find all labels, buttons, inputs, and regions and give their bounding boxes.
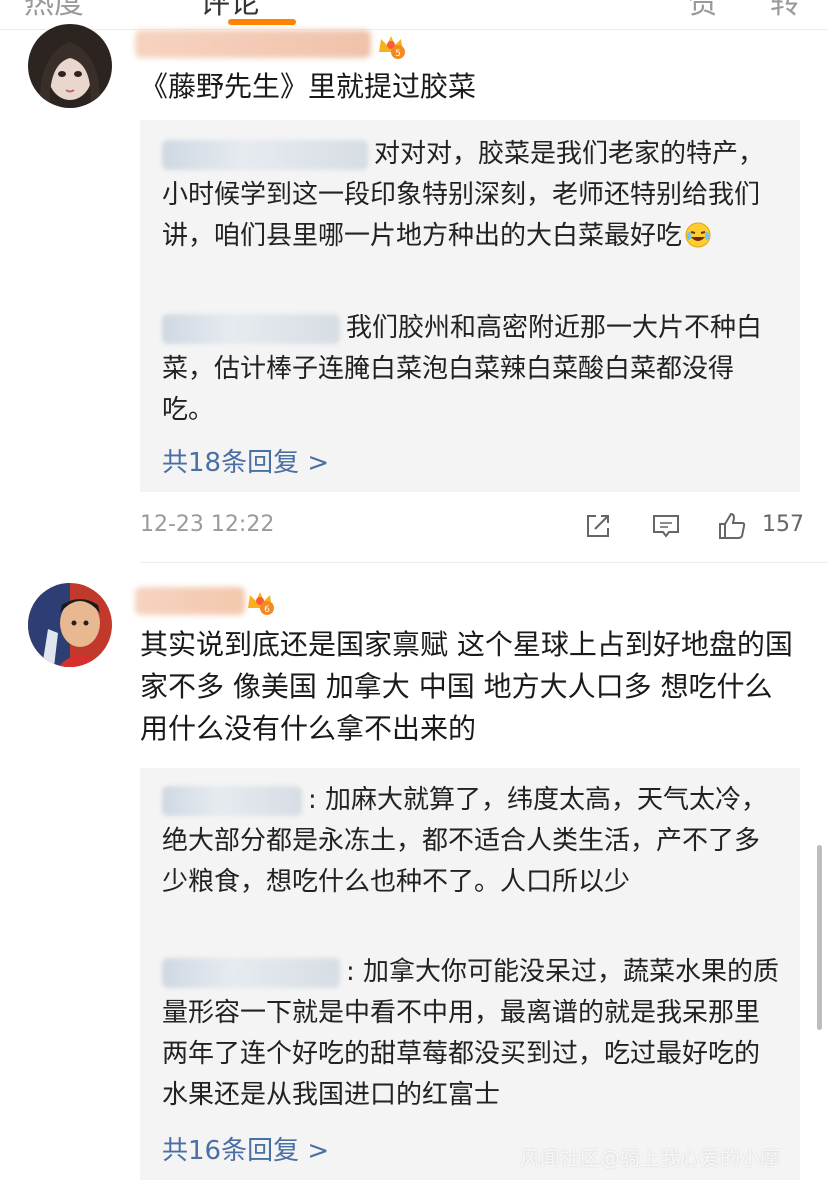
avatar-basketball-player-icon	[28, 583, 112, 667]
level-badge: 5	[395, 49, 401, 59]
comment-icon[interactable]	[650, 510, 682, 542]
comment-timestamp: 12-23 12:22	[140, 512, 275, 537]
vip-crown-icon: 5	[379, 36, 405, 59]
top-tab-bar: 热度 评论 赞 转	[0, 0, 828, 30]
reply-item[interactable]: : 加拿大你可能没呆过，蔬菜水果的质量形容一下就是中看不中用，最离谱的就是我呆那…	[162, 952, 782, 1116]
avatar[interactable]	[28, 583, 112, 667]
tab-reposts[interactable]: 转	[770, 0, 800, 22]
scrollbar[interactable]	[817, 845, 822, 1030]
reply-username-blurred[interactable]	[162, 785, 302, 816]
reply-username-blurred[interactable]	[162, 957, 340, 988]
comment-text: 其实说到底还是国家禀赋 这个星球上占到好地盘的国家不多 像美国 加拿大 中国 地…	[140, 628, 793, 745]
comment-meta-bar: 12-23 12:22 157	[140, 510, 804, 546]
username-blurred[interactable]	[135, 587, 245, 615]
reply-preview-box[interactable]: 对对对，胶菜是我们老家的特产，小时候学到这一段印象特别深刻，老师还特别给我们讲，…	[140, 120, 800, 492]
like-icon[interactable]	[716, 510, 748, 542]
tab-likes[interactable]: 赞	[688, 0, 718, 22]
reply-item[interactable]: 我们胶州和高密附近那一大片不种白菜，估计棒子连腌白菜泡白菜辣白菜酸白菜都没得吃。	[162, 308, 782, 431]
laughing-emoji-icon	[685, 222, 711, 248]
view-more-replies-link[interactable]: 共16条回复 >	[162, 1130, 329, 1167]
avatar[interactable]	[28, 24, 112, 108]
like-count: 157	[762, 512, 804, 537]
reply-preview-box[interactable]: : 加麻大就算了，纬度太高，天气太冷，绝大部分都是永冻土，都不适合人类生活，产不…	[140, 768, 800, 1180]
share-icon[interactable]	[582, 510, 614, 542]
watermark: 风闻社区@骑上我心爱的小摩	[520, 1146, 780, 1170]
level-badge: 6	[264, 605, 270, 615]
reply-username-blurred[interactable]	[162, 313, 340, 344]
comment-text: 《藤野先生》里就提过胶菜	[140, 70, 477, 103]
avatar-girl-icon	[28, 24, 112, 108]
comment-divider	[140, 562, 828, 563]
active-tab-indicator	[228, 19, 296, 25]
reply-item[interactable]: : 加麻大就算了，纬度太高，天气太冷，绝大部分都是永冻土，都不适合人类生活，产不…	[162, 780, 782, 903]
username-blurred[interactable]	[135, 30, 371, 58]
view-more-replies-link[interactable]: 共18条回复 >	[162, 442, 329, 479]
reply-item[interactable]: 对对对，胶菜是我们老家的特产，小时候学到这一段印象特别深刻，老师还特别给我们讲，…	[162, 134, 782, 257]
vip-crown-icon: 6	[248, 592, 274, 615]
tab-hot[interactable]: 热度	[24, 0, 84, 22]
reply-username-blurred[interactable]	[162, 139, 368, 170]
